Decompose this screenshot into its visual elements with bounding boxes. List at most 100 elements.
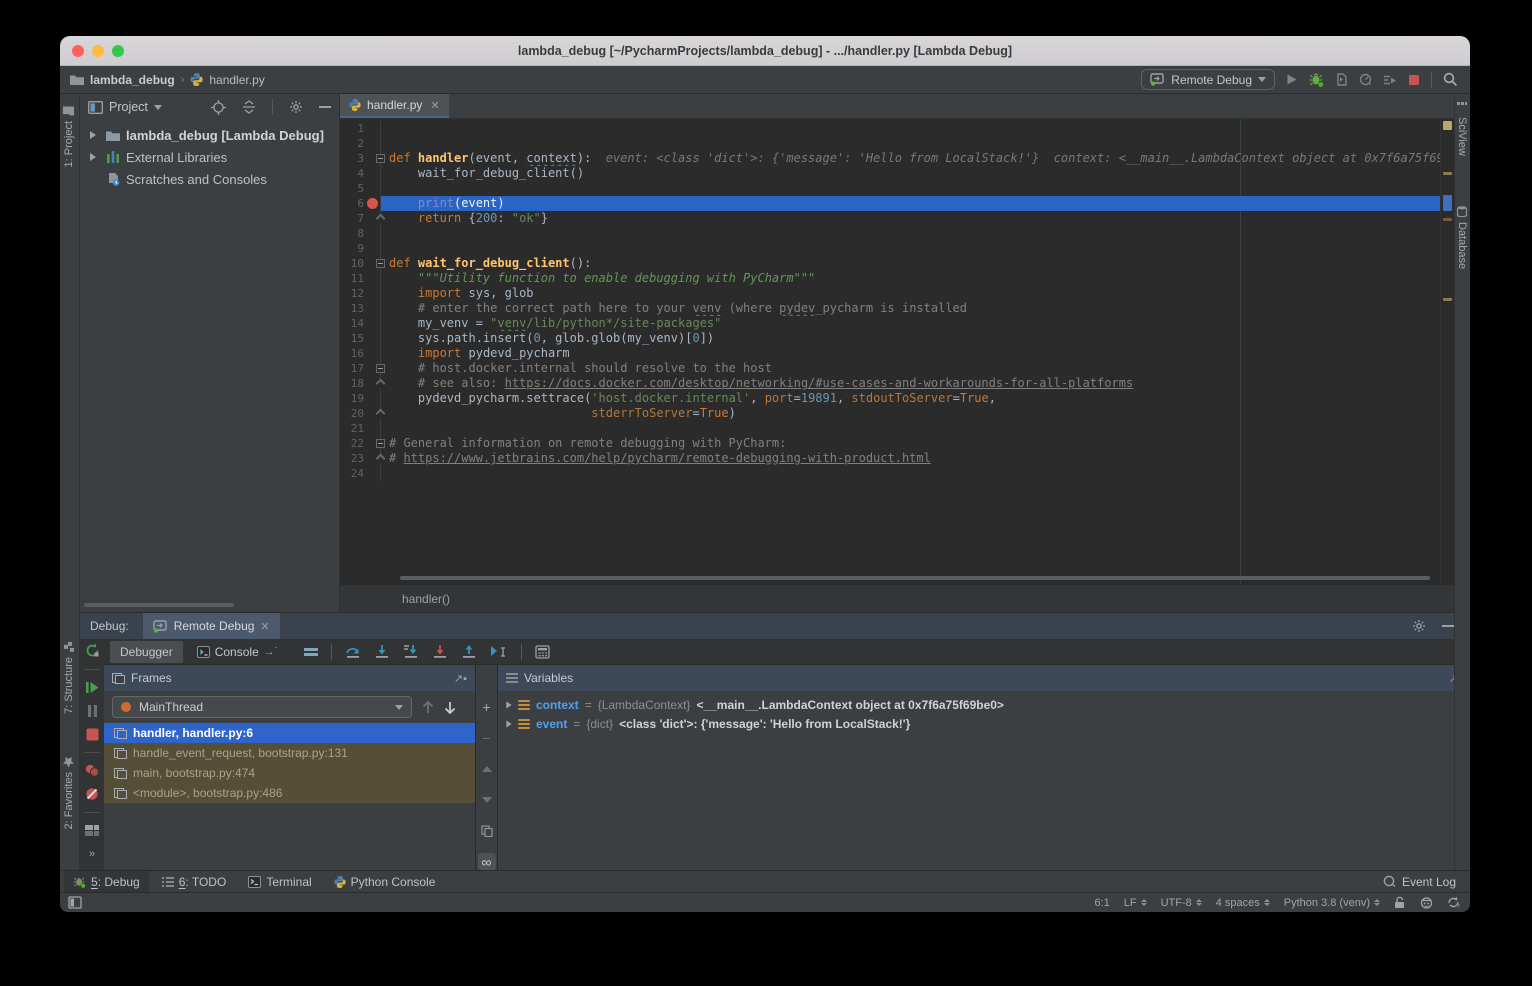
pin-icon[interactable]: ↗▪ <box>454 672 467 685</box>
code-line-13[interactable]: 13 # enter the correct path here to your… <box>340 301 1440 316</box>
tool-stripe-favorites[interactable]: 2: Favorites <box>63 756 75 829</box>
editor-horizontal-scrollbar[interactable] <box>400 576 1430 580</box>
run-to-cursor-icon[interactable] <box>490 645 508 659</box>
step-out-icon[interactable] <box>461 645 477 659</box>
add-watch-button[interactable]: + <box>478 699 496 716</box>
code-line-3[interactable]: 3def handler(event, context): event: <cl… <box>340 151 1440 166</box>
code-line-20[interactable]: 20 stderrToServer=True) <box>340 406 1440 421</box>
status-item-4-spaces[interactable]: 4 spaces <box>1216 897 1270 909</box>
close-session-icon[interactable]: ✕ <box>260 620 269 633</box>
gutter[interactable] <box>364 121 380 136</box>
tool-stripe-structure[interactable]: 7: Structure <box>63 642 75 714</box>
code-line-17[interactable]: 17 # host.docker.internal should resolve… <box>340 361 1440 376</box>
code-line-19[interactable]: 19 pydevd_pycharm.settrace('host.docker.… <box>340 391 1440 406</box>
writable-lock-icon[interactable] <box>1394 896 1406 909</box>
variable-row[interactable]: context={LambdaContext}<__main__.LambdaC… <box>498 695 1470 714</box>
rerun-button[interactable] <box>81 639 103 663</box>
code-line-12[interactable]: 12 import sys, glob <box>340 286 1440 301</box>
gutter[interactable] <box>364 226 380 241</box>
stop-button[interactable] <box>81 723 103 747</box>
run-configuration-select[interactable]: Remote Debug <box>1141 69 1275 90</box>
tool-stripe-sciview[interactable]: SciView <box>1456 102 1468 156</box>
code-line-7[interactable]: 7 return {200: "ok"} <box>340 211 1440 226</box>
frame-row[interactable]: handler, handler.py:6 <box>104 723 475 743</box>
code-line-1[interactable]: 1 <box>340 121 1440 136</box>
breakpoint-icon[interactable] <box>367 198 378 209</box>
step-over-icon[interactable] <box>345 645 361 659</box>
tool-stripe-project[interactable]: 1: Project <box>63 106 75 167</box>
breakpoint-gutter[interactable] <box>364 196 380 211</box>
breadcrumb-project[interactable]: lambda_debug <box>90 73 175 87</box>
editor-tab-handler[interactable]: handler.py ✕ <box>340 94 449 118</box>
step-into-my-code-icon[interactable] <box>432 645 448 659</box>
menu-icon[interactable] <box>506 673 518 683</box>
thread-select[interactable]: MainThread <box>112 696 412 718</box>
gutter[interactable] <box>364 181 380 196</box>
highlighting-level-icon[interactable] <box>1420 896 1433 909</box>
code-line-4[interactable]: 4 wait_for_debug_client() <box>340 166 1440 181</box>
gutter[interactable] <box>364 301 380 316</box>
code-line-16[interactable]: 16 import pydevd_pycharm <box>340 346 1440 361</box>
code-line-2[interactable]: 2 <box>340 136 1440 151</box>
breadcrumb-file[interactable]: handler.py <box>209 73 264 87</box>
duplicate-watch-button[interactable] <box>478 822 496 839</box>
gear-icon[interactable] <box>1412 619 1426 633</box>
debug-session-tab[interactable]: Remote Debug ✕ <box>143 613 280 639</box>
status-item-lf[interactable]: LF <box>1124 897 1147 909</box>
show-return-values-button[interactable]: ∞ <box>478 853 496 870</box>
code-line-23[interactable]: 23# https://www.jetbrains.com/help/pycha… <box>340 451 1440 466</box>
collapse-all-icon[interactable] <box>242 100 256 114</box>
previous-frame-button[interactable] <box>422 701 434 714</box>
code-line-18[interactable]: 18 # see also: https://docs.docker.com/d… <box>340 376 1440 391</box>
scope-breadcrumb[interactable]: handler() <box>402 592 450 606</box>
frame-row[interactable]: <module>, bootstrap.py:486 <box>104 783 475 803</box>
status-item-6-1[interactable]: 6:1 <box>1094 897 1109 909</box>
tool-window-button-terminal[interactable]: Terminal <box>239 871 320 893</box>
code-line-9[interactable]: 9 <box>340 241 1440 256</box>
stop-button[interactable] <box>1408 74 1420 86</box>
debugger-tab-debugger[interactable]: Debugger <box>110 641 183 663</box>
next-frame-button[interactable] <box>444 701 456 714</box>
move-up-button[interactable] <box>478 761 496 778</box>
pause-button[interactable] <box>81 699 103 723</box>
more-actions-button[interactable]: » <box>81 842 103 866</box>
resume-button[interactable] <box>81 675 103 699</box>
evaluate-expression-icon[interactable] <box>535 645 550 659</box>
chevron-down-icon[interactable] <box>154 105 162 110</box>
coverage-button[interactable] <box>1335 73 1348 86</box>
tool-window-button-debug[interactable]: 5: Debug <box>64 871 149 893</box>
locate-file-icon[interactable] <box>211 100 226 115</box>
code-line-10[interactable]: 10def wait_for_debug_client(): <box>340 256 1440 271</box>
close-tab-icon[interactable]: ✕ <box>430 99 439 112</box>
status-item-python-3-8-venv-[interactable]: Python 3.8 (venv) <box>1284 897 1380 909</box>
update-indicator-icon[interactable]: ? <box>1447 896 1460 909</box>
remove-watch-button[interactable]: − <box>478 730 496 747</box>
force-step-into-icon[interactable] <box>403 645 419 659</box>
tool-window-button-python-console[interactable]: Python Console <box>325 871 445 893</box>
code-line-6[interactable]: 6 print(event) <box>340 196 1440 211</box>
scroll-to-end-icon[interactable]: →˙ <box>264 646 279 658</box>
gutter[interactable] <box>364 271 380 286</box>
debugger-tab-console[interactable]: Console→˙ <box>187 641 289 663</box>
gutter[interactable] <box>364 391 380 406</box>
search-everywhere-icon[interactable] <box>1443 72 1458 87</box>
run-with-coverage-button[interactable] <box>1383 74 1397 86</box>
project-panel-title[interactable]: Project <box>109 100 148 114</box>
code-line-5[interactable]: 5 <box>340 181 1440 196</box>
project-tree-item[interactable]: Scratches and Consoles <box>80 168 339 190</box>
gutter[interactable] <box>364 421 380 436</box>
status-item-utf-8[interactable]: UTF-8 <box>1161 897 1202 909</box>
gutter[interactable] <box>364 136 380 151</box>
gutter[interactable] <box>364 166 380 181</box>
code-line-11[interactable]: 11 """Utility function to enable debuggi… <box>340 271 1440 286</box>
code-line-8[interactable]: 8 <box>340 226 1440 241</box>
profiler-button[interactable] <box>1359 73 1372 86</box>
gutter[interactable] <box>364 286 380 301</box>
view-breakpoints-button[interactable] <box>81 759 103 783</box>
project-tree-item[interactable]: lambda_debug [Lambda Debug] <box>80 124 339 146</box>
frame-row[interactable]: handle_event_request, bootstrap.py:131 <box>104 743 475 763</box>
tool-window-toggle-icon[interactable] <box>68 896 82 909</box>
expand-arrow-icon[interactable] <box>86 131 100 139</box>
gear-icon[interactable] <box>289 100 303 114</box>
gutter[interactable] <box>364 466 380 481</box>
